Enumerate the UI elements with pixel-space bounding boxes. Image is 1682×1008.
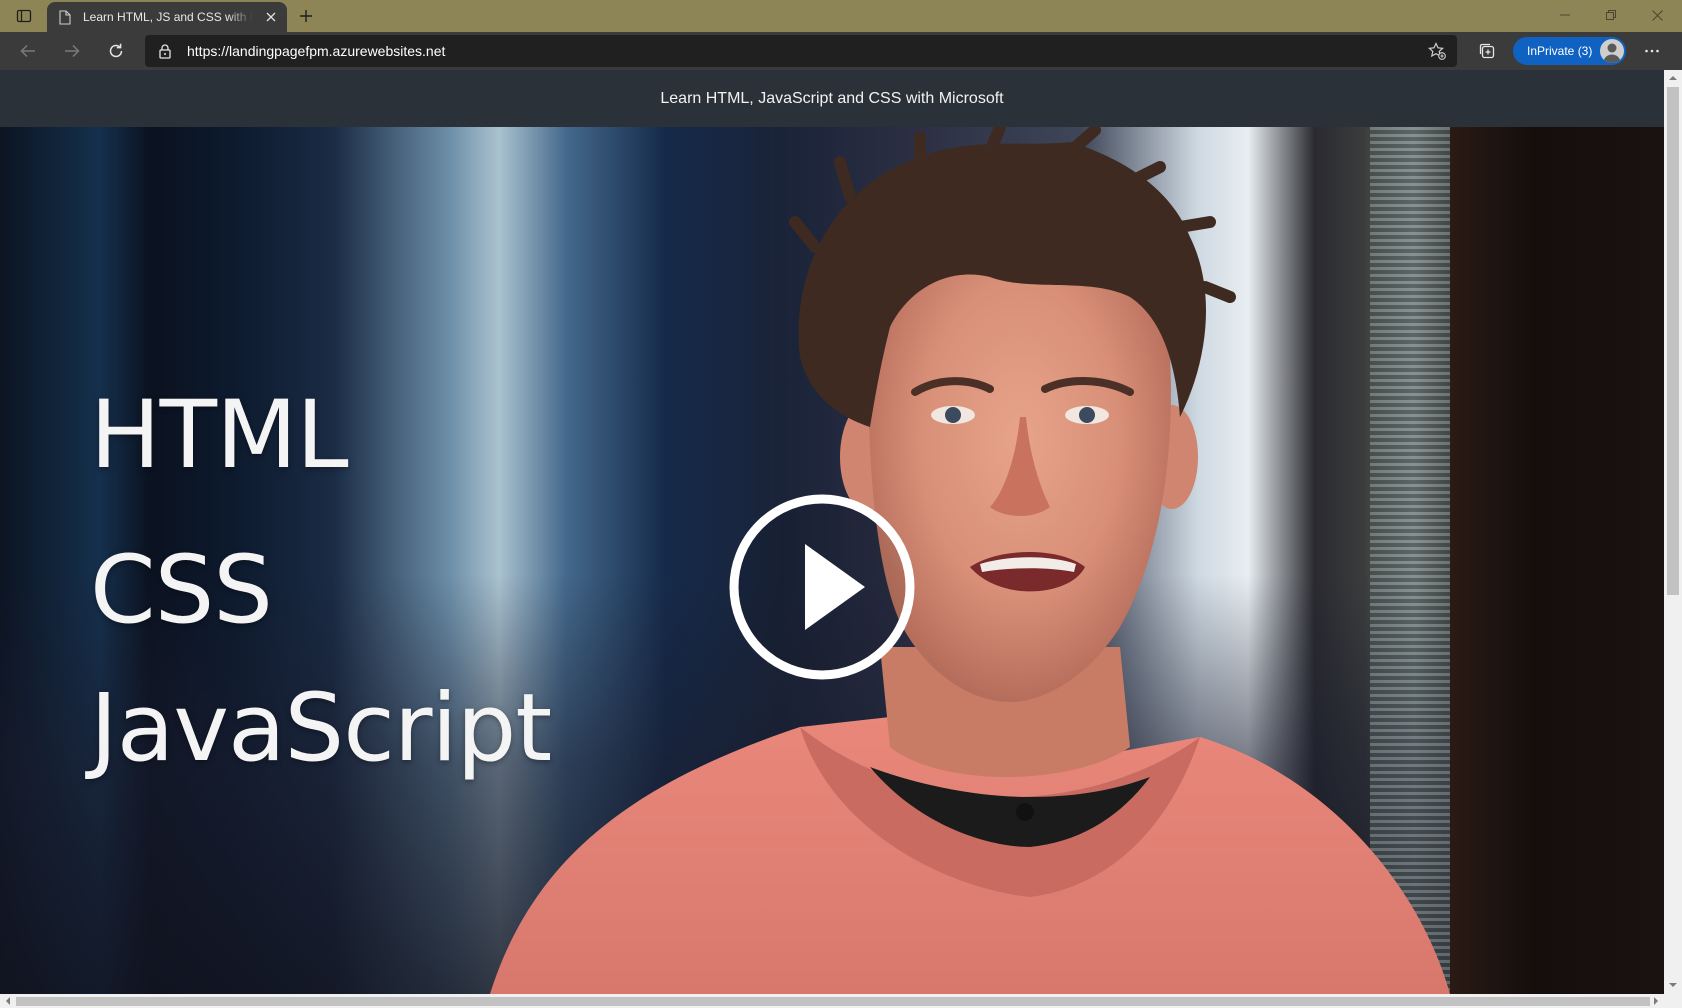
- refresh-button[interactable]: [102, 37, 130, 65]
- address-bar[interactable]: https://landingpagefpm.azurewebsites.net: [145, 35, 1457, 67]
- scroll-up-icon[interactable]: [1668, 73, 1678, 83]
- close-icon: [1651, 9, 1663, 21]
- overlay-text-javascript: JavaScript: [90, 674, 552, 783]
- collections-icon: [1479, 43, 1495, 59]
- lock-icon[interactable]: [157, 43, 173, 59]
- inprivate-button[interactable]: InPrivate (3): [1513, 37, 1626, 65]
- scroll-left-icon[interactable]: [3, 996, 13, 1006]
- back-button[interactable]: [14, 37, 42, 65]
- forward-arrow-icon: [65, 44, 80, 58]
- page-icon: [59, 9, 73, 25]
- overlay-text-css: CSS: [90, 536, 273, 645]
- minimize-icon: [1560, 14, 1570, 16]
- inprivate-label: InPrivate (3): [1527, 44, 1593, 58]
- presenter-image: [490, 127, 1450, 994]
- browser-tab[interactable]: Learn HTML, JS and CSS with Mi: [47, 2, 287, 32]
- forward-button[interactable]: [58, 37, 86, 65]
- video-player[interactable]: HTML CSS JavaScript: [0, 127, 1664, 994]
- browser-toolbar: https://landingpagefpm.azurewebsites.net…: [0, 32, 1682, 70]
- tab-strip: Learn HTML, JS and CSS with Mi: [0, 0, 1682, 32]
- overlay-text-html: HTML: [90, 381, 349, 490]
- page-title: Learn HTML, JavaScript and CSS with Micr…: [660, 89, 1004, 107]
- play-icon[interactable]: [727, 492, 917, 682]
- restore-icon: [1606, 10, 1616, 20]
- dark-doorway: [1450, 127, 1664, 994]
- close-icon: [266, 12, 276, 22]
- plus-icon: [300, 10, 312, 22]
- minimize-button[interactable]: [1542, 0, 1588, 30]
- new-tab-button[interactable]: [294, 4, 318, 28]
- tab-close-button[interactable]: [263, 9, 279, 25]
- back-arrow-icon: [20, 44, 35, 58]
- page-header: Learn HTML, JavaScript and CSS with Micr…: [0, 70, 1664, 127]
- more-dots-icon: [1645, 49, 1659, 53]
- tab-title: Learn HTML, JS and CSS with Mi: [83, 10, 253, 24]
- tab-actions-icon: [16, 9, 32, 23]
- restore-button[interactable]: [1588, 0, 1634, 30]
- vertical-scrollbar[interactable]: [1664, 70, 1682, 994]
- scroll-down-icon[interactable]: [1668, 980, 1678, 990]
- horizontal-scroll-thumb[interactable]: [16, 997, 1650, 1006]
- scroll-right-icon[interactable]: [1651, 996, 1661, 1006]
- web-page: Learn HTML, JavaScript and CSS with Micr…: [0, 70, 1664, 994]
- add-favorite-icon[interactable]: [1427, 41, 1447, 61]
- profile-icon: [1603, 43, 1621, 63]
- tab-actions-button[interactable]: [8, 4, 40, 28]
- collections-button[interactable]: [1473, 37, 1501, 65]
- avatar: [1600, 39, 1624, 63]
- url-text[interactable]: https://landingpagefpm.azurewebsites.net: [187, 43, 445, 59]
- more-button[interactable]: [1638, 37, 1666, 65]
- window-close-button[interactable]: [1634, 0, 1680, 30]
- horizontal-scrollbar[interactable]: [0, 994, 1682, 1008]
- refresh-icon: [109, 43, 123, 58]
- vertical-scroll-thumb[interactable]: [1667, 87, 1679, 595]
